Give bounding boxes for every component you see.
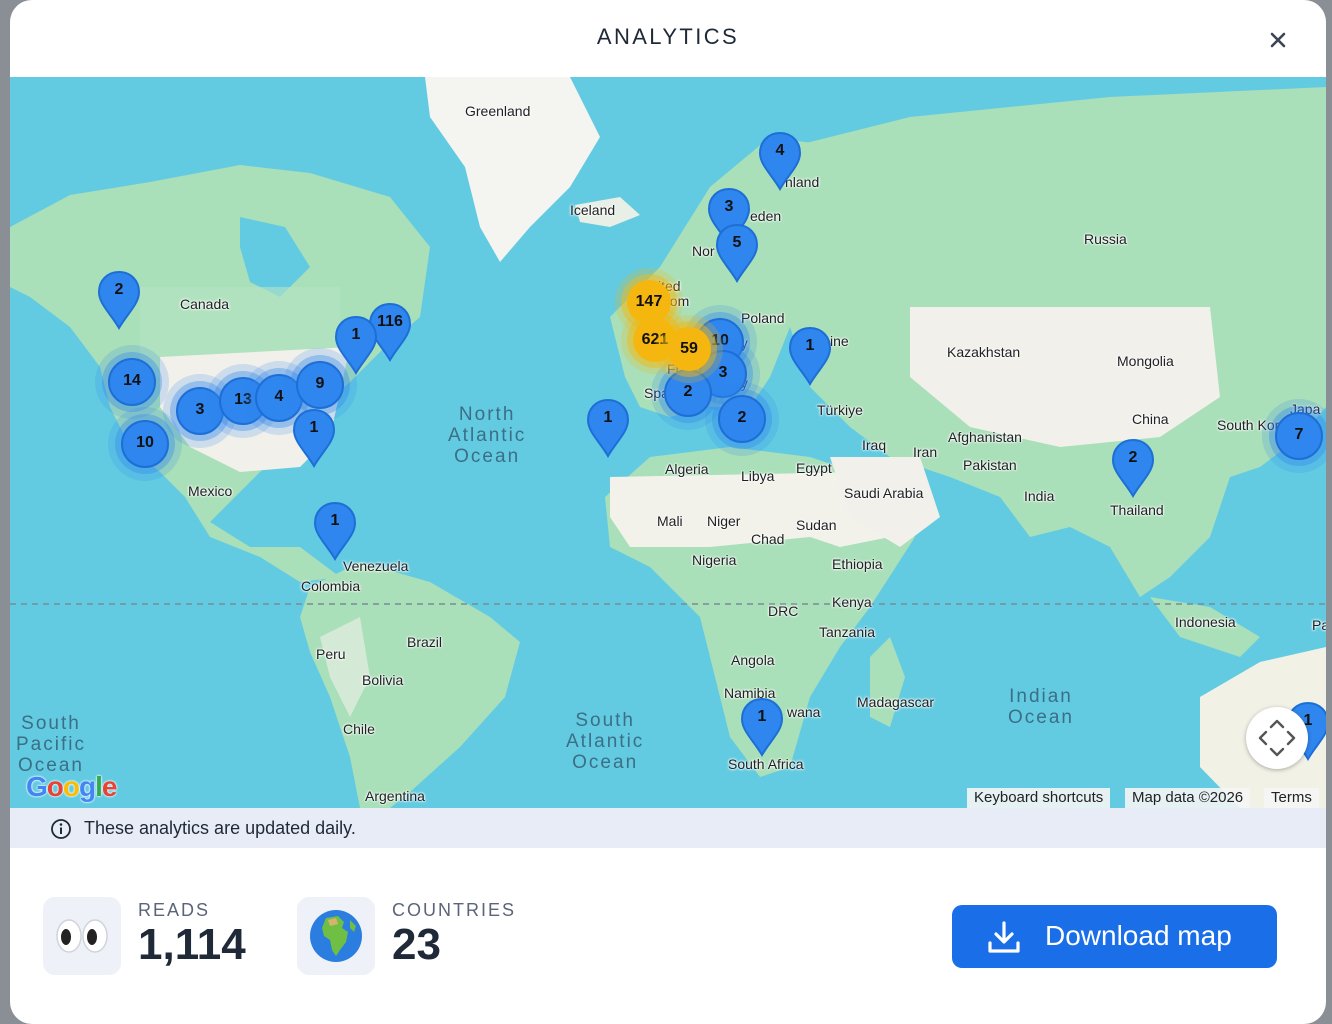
- label-iceland: Iceland: [570, 202, 616, 218]
- label-south-africa: South Africa: [728, 756, 804, 772]
- label-pakistan: Pakistan: [963, 457, 1017, 473]
- label-nigeria: Nigeria: [692, 552, 737, 568]
- map-marker[interactable]: 4: [758, 131, 802, 191]
- download-map-label: Download map: [1045, 920, 1232, 951]
- label-afghanistan: Afghanistan: [948, 429, 1022, 445]
- fullscreen-button[interactable]: [1246, 707, 1308, 769]
- map-marker-cluster[interactable]: 2: [718, 395, 766, 443]
- eyes-icon: [56, 919, 108, 953]
- label-north-atlantic: North Atlantic Ocean: [448, 404, 527, 467]
- map-marker-cluster[interactable]: 3: [176, 387, 224, 435]
- label-mexico: Mexico: [188, 483, 233, 499]
- map-marker[interactable]: 2: [97, 270, 141, 330]
- fullscreen-icon: [1258, 719, 1296, 757]
- map-marker[interactable]: 1: [334, 315, 378, 375]
- map-marker[interactable]: 1: [788, 326, 832, 386]
- map-cluster-large[interactable]: 59: [667, 327, 711, 371]
- info-icon: [51, 819, 71, 839]
- map-marker[interactable]: 1: [586, 398, 630, 458]
- label-south-korea-partial: South Kor: [1217, 417, 1280, 433]
- label-canada: Canada: [180, 296, 230, 312]
- label-indian-ocean: Indian Ocean: [1008, 686, 1074, 728]
- map-marker[interactable]: 1: [740, 697, 784, 757]
- label-russia: Russia: [1084, 231, 1127, 247]
- label-greenland: Greenland: [465, 103, 531, 119]
- map-marker[interactable]: 1: [292, 408, 336, 468]
- countries-value: 23: [392, 920, 441, 969]
- label-algeria: Algeria: [665, 461, 709, 477]
- map-marker-cluster[interactable]: 2: [664, 369, 712, 417]
- countries-label: COUNTRIES: [392, 900, 517, 920]
- download-icon: [988, 921, 1020, 953]
- map-marker[interactable]: 5: [715, 223, 759, 283]
- info-bar: These analytics are updated daily.: [10, 808, 1326, 848]
- label-india: India: [1024, 488, 1055, 504]
- label-colombia: Colombia: [301, 578, 361, 594]
- countries-icon-box: [297, 897, 375, 975]
- map-marker[interactable]: 1: [313, 501, 357, 561]
- label-peru: Peru: [316, 646, 346, 662]
- reads-label: READS: [138, 900, 211, 920]
- reads-value: 1,114: [138, 920, 246, 969]
- label-south-atlantic: South Atlantic Ocean: [566, 710, 645, 773]
- label-tanzania: Tanzania: [819, 624, 876, 640]
- label-madagascar: Madagascar: [857, 694, 935, 710]
- label-drc: DRC: [768, 603, 799, 619]
- close-icon: [1270, 32, 1286, 48]
- label-sudan: Sudan: [796, 517, 837, 533]
- analytics-modal: ANALYTICS Greenland Iceland Canada Russi…: [10, 0, 1326, 1024]
- label-thailand: Thailand: [1110, 502, 1164, 518]
- label-botswana-partial: wana: [787, 704, 821, 720]
- map-marker-cluster[interactable]: 9: [296, 361, 344, 409]
- label-chile: Chile: [343, 721, 375, 737]
- info-text: These analytics are updated daily.: [84, 818, 356, 838]
- label-sweden-partial: eden: [750, 208, 782, 224]
- download-map-button[interactable]: Download map: [952, 905, 1277, 968]
- modal-title: ANALYTICS: [596, 24, 740, 49]
- modal-header: ANALYTICS: [10, 0, 1326, 77]
- globe-icon: [310, 910, 362, 962]
- reads-icon-box: [43, 897, 121, 975]
- label-ukraine-partial: ine: [830, 333, 849, 349]
- label-png-partial: Pa: [1312, 617, 1326, 633]
- label-brazil: Brazil: [407, 634, 443, 650]
- label-ethiopia: Ethiopia: [832, 556, 883, 572]
- map-data-attribution: Map data ©2026: [1125, 788, 1251, 808]
- label-angola: Angola: [731, 652, 775, 668]
- label-chad: Chad: [751, 531, 785, 547]
- close-button[interactable]: [1264, 26, 1292, 54]
- label-south-pacific: South Pacific Ocean: [16, 713, 86, 776]
- label-poland: Poland: [741, 310, 785, 326]
- label-mali: Mali: [657, 513, 683, 529]
- label-kazakhstan: Kazakhstan: [947, 344, 1021, 360]
- label-mongolia: Mongolia: [1117, 353, 1174, 369]
- map-marker-cluster[interactable]: 10: [121, 420, 169, 468]
- google-logo: Google: [26, 771, 117, 802]
- label-iran: Iran: [913, 444, 938, 460]
- label-niger: Niger: [707, 513, 741, 529]
- label-kenya: Kenya: [832, 594, 872, 610]
- label-libya: Libya: [741, 468, 775, 484]
- label-egypt: Egypt: [796, 460, 832, 476]
- keyboard-shortcuts-link[interactable]: Keyboard shortcuts: [967, 788, 1111, 808]
- map-cluster-large[interactable]: 147: [627, 280, 671, 324]
- label-china: China: [1132, 411, 1169, 427]
- label-turkiye: Türkiye: [817, 402, 863, 418]
- label-argentina: Argentina: [365, 788, 425, 804]
- label-bolivia: Bolivia: [362, 672, 404, 688]
- label-indonesia: Indonesia: [1175, 614, 1236, 630]
- map-marker-cluster[interactable]: 14: [108, 358, 156, 406]
- map-marker[interactable]: 2: [1111, 438, 1155, 498]
- terms-link[interactable]: Terms: [1264, 788, 1319, 808]
- label-iraq: Iraq: [862, 437, 887, 453]
- label-saudi-arabia: Saudi Arabia: [844, 485, 924, 501]
- map-marker-cluster[interactable]: 7: [1275, 412, 1323, 460]
- world-map[interactable]: Greenland Iceland Canada Russia Poland K…: [10, 77, 1326, 808]
